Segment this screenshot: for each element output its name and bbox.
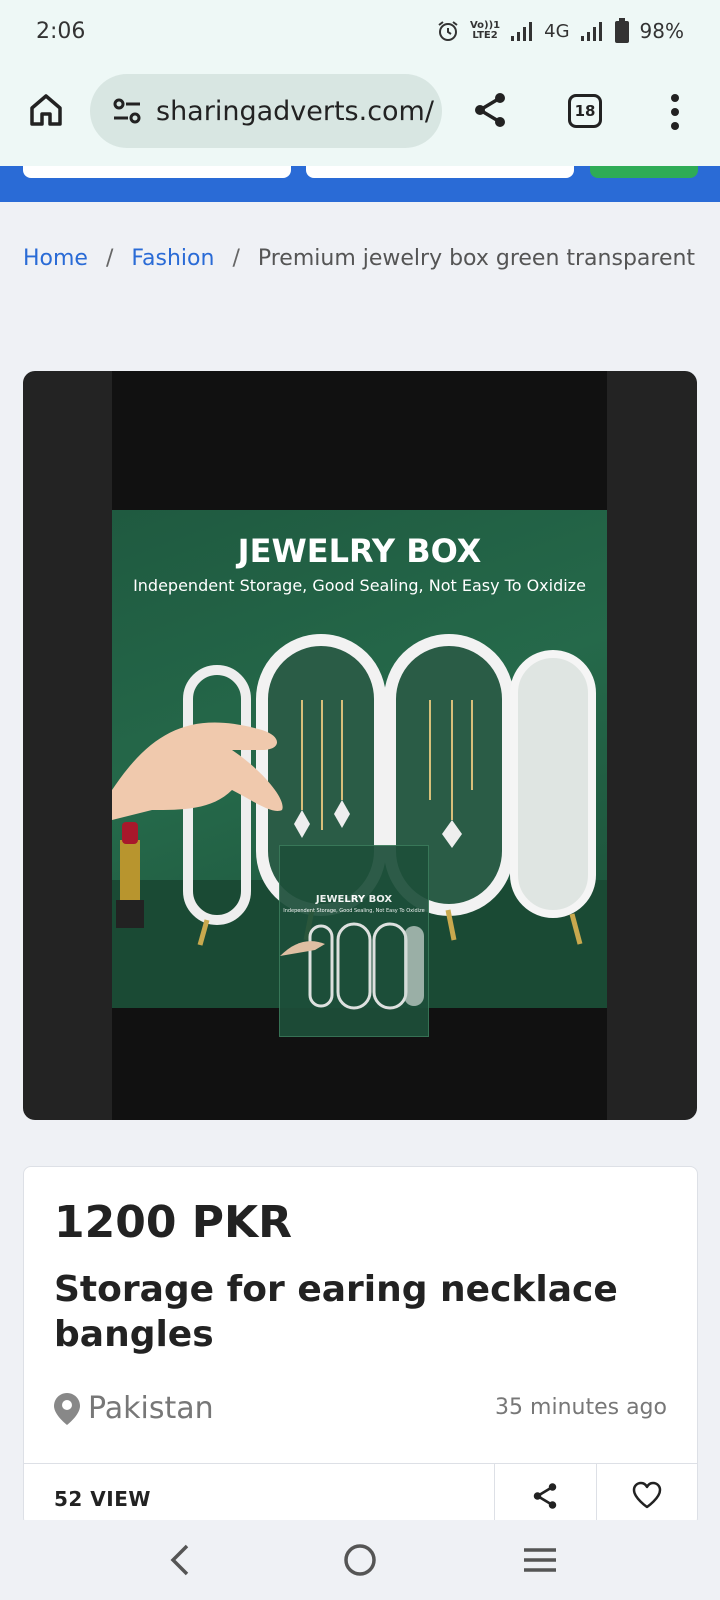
battery-icon [614,18,629,43]
site-header [0,166,720,202]
more-options-icon[interactable] [662,92,688,132]
image-gallery[interactable]: JEWELRY BOX Independent Storage, Good Se… [23,371,697,1120]
breadcrumb-current: Premium jewelry box green transparent [257,246,696,271]
recents-menu-icon [524,1548,556,1572]
status-time: 2:06 [36,18,86,44]
home-icon[interactable] [26,90,66,130]
recents-button[interactable] [510,1530,570,1590]
share-icon [533,1483,556,1509]
favorite-button[interactable] [596,1463,696,1525]
status-bar: 2:06 Vo))1 LTE2 4G 98% [0,0,720,62]
network-type: 4G [544,20,570,42]
home-nav-button[interactable] [330,1530,390,1590]
volte-indicator: Vo))1 LTE2 [469,20,501,41]
image-thumbnail[interactable]: JEWELRY BOX Independent Storage, Good Se… [279,845,429,1037]
battery-level: 98% [639,19,684,43]
site-settings-icon[interactable] [110,94,144,128]
back-chevron-icon [170,1544,189,1576]
header-search-button[interactable] [590,166,698,178]
header-search-field[interactable] [23,166,291,178]
posted-time: 35 minutes ago [495,1395,667,1420]
share-icon[interactable] [470,90,510,130]
tab-switcher-button[interactable]: 18 [568,94,602,128]
thumbnail-illustration [280,922,424,1010]
system-nav-bar [0,1520,720,1600]
breadcrumb: Home / Fashion / Premium jewelry box gre… [23,246,695,271]
photo-title: JEWELRY BOX [237,532,482,570]
url-text[interactable]: sharingadverts.com/ [156,96,436,127]
breadcrumb-separator: / [232,246,240,271]
share-listing-button[interactable] [494,1463,594,1525]
location-pin-icon [54,1392,80,1425]
listing-title: Storage for earing necklace bangles [54,1269,618,1355]
back-button[interactable] [150,1530,210,1590]
breadcrumb-category[interactable]: Fashion [131,246,214,271]
photo-subtitle: Independent Storage, Good Sealing, Not E… [133,576,586,595]
view-count: 52 VIEW [54,1487,151,1511]
location-text: Pakistan [88,1391,214,1426]
breadcrumb-home[interactable]: Home [23,246,88,271]
listing-price: 1200 PKR [54,1197,293,1248]
browser-toolbar: sharingadverts.com/ 18 [0,62,720,166]
photo-frame: JEWELRY BOX Independent Storage, Good Se… [112,371,607,1120]
status-icons: Vo))1 LTE2 4G 98% [436,18,684,44]
listing-details-card: 1200 PKR Storage for earing necklace ban… [23,1166,698,1526]
heart-icon [632,1481,661,1509]
header-location-field[interactable] [306,166,574,178]
home-circle-icon [344,1544,376,1576]
signal-icon [511,22,533,41]
signal-icon-2 [580,22,602,41]
listing-location: Pakistan [54,1391,214,1426]
breadcrumb-separator: / [105,246,114,271]
address-bar[interactable]: sharingadverts.com/ [90,74,442,148]
alarm-icon [438,21,458,41]
